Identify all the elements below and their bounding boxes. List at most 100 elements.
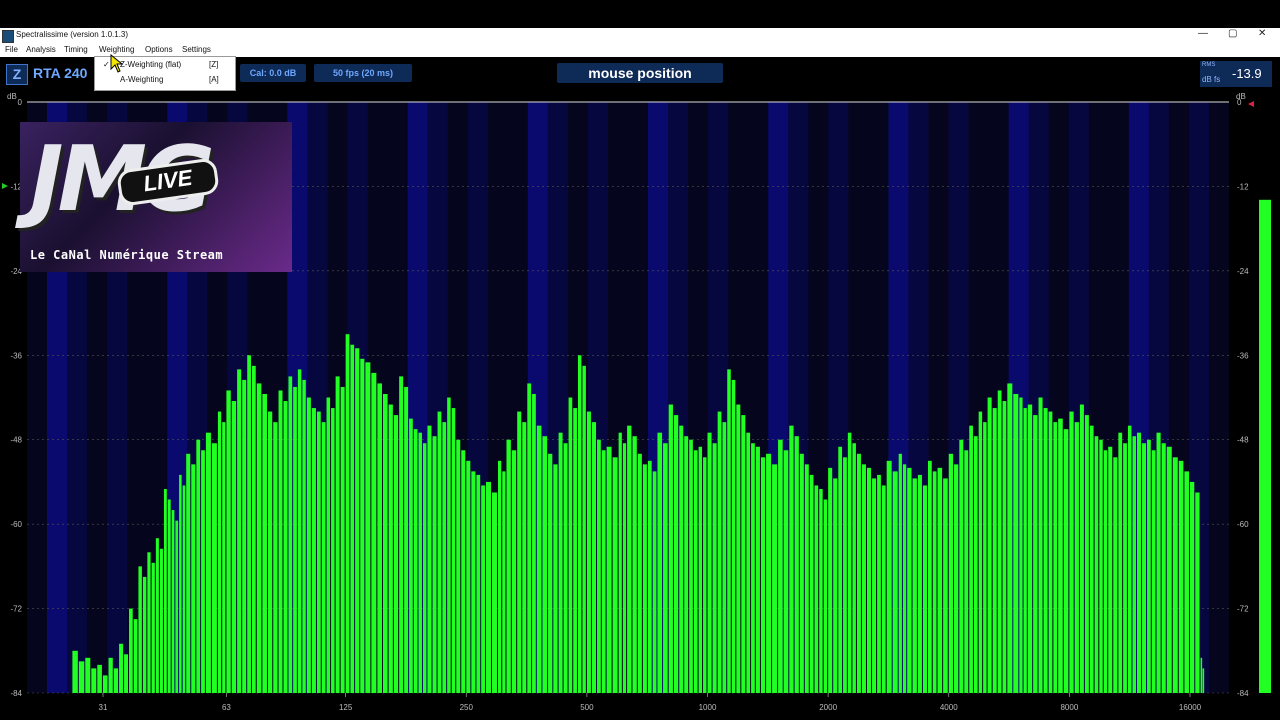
spectrum-bar — [542, 436, 548, 693]
rms-value: -13.9 — [1232, 66, 1262, 81]
spectrum-bar — [502, 471, 506, 693]
spectrum-bar — [251, 365, 256, 693]
spectrum-bar — [159, 548, 163, 693]
spectrum-bar — [983, 422, 987, 693]
spectrum-bar — [133, 619, 138, 693]
spectrum-bar — [948, 453, 954, 693]
stream-logo-overlay: JMG LIVE Le CaNal Numérique Stream — [20, 122, 292, 272]
spectrum-bar — [1007, 383, 1013, 693]
y-tick-label-left: -84 — [10, 689, 22, 698]
weighting-badge[interactable]: Z — [6, 64, 28, 85]
spectrum-bar — [907, 467, 912, 693]
spectrum-bar — [886, 460, 892, 693]
y-tick-label-right: -84 — [1237, 689, 1249, 698]
calibration-button[interactable]: Cal: 0.0 dB — [240, 64, 306, 82]
spectrum-bar — [382, 393, 388, 693]
spectrum-bar — [684, 436, 689, 693]
spectrum-bar — [201, 450, 205, 693]
spectrum-bar — [872, 478, 877, 693]
spectrum-bar — [1118, 432, 1123, 693]
spectrum-bar — [163, 488, 167, 693]
spectrum-bar — [335, 376, 340, 693]
left-level-marker — [2, 183, 8, 189]
spectrum-bar — [1137, 432, 1142, 693]
menu-item-a-weighting[interactable]: A-Weighting [A] — [95, 73, 235, 88]
spectrum-bar — [119, 643, 124, 693]
spectrum-bar — [91, 668, 97, 693]
spectrum-bar — [1019, 397, 1023, 693]
rms-label: RMS — [1202, 62, 1216, 68]
fps-button[interactable]: 50 fps (20 ms) — [314, 64, 412, 82]
spectrum-bar — [877, 474, 881, 693]
spectrum-bar — [1027, 404, 1033, 693]
spectrum-bar — [1178, 460, 1184, 693]
spectrum-bar — [532, 393, 536, 693]
right-level-marker — [1248, 101, 1254, 107]
spectrum-bar — [856, 453, 861, 693]
spectrum-bar — [1079, 404, 1084, 693]
spectrum-bar — [1200, 657, 1203, 693]
spectrum-bar — [698, 446, 703, 693]
y-tick-label-left: -48 — [10, 436, 22, 445]
spectrum-bar — [456, 439, 461, 693]
x-tick-label: 16000 — [1179, 703, 1202, 712]
spectrum-bar — [632, 436, 637, 693]
spectrum-bar — [142, 576, 147, 693]
spectrum-bar — [1195, 492, 1200, 693]
y-tick-label-right: -24 — [1237, 267, 1249, 276]
spectrum-bar — [741, 415, 746, 693]
spectrum-bar — [932, 471, 937, 693]
rta-mode-label[interactable]: RTA 240 — [33, 65, 87, 81]
spectrum-bar — [536, 425, 542, 693]
spectrum-bar — [902, 464, 907, 693]
spectrum-bar — [311, 408, 316, 693]
spectrum-bar — [997, 390, 1002, 693]
y-tick-label-left: -72 — [10, 605, 22, 614]
spectrum-bar — [1184, 471, 1189, 693]
spectrum-bar — [1089, 425, 1094, 693]
spectrum-bar — [147, 552, 151, 693]
spectrum-bar — [360, 358, 365, 693]
x-tick-label: 8000 — [1060, 703, 1078, 712]
spectrum-bar — [1038, 397, 1043, 693]
spectrum-bar — [205, 432, 211, 693]
spectrum-bar — [283, 401, 288, 693]
spectrum-bar — [861, 464, 866, 693]
spectrum-bar — [1202, 668, 1205, 693]
check-icon: ✓ — [103, 60, 110, 69]
y-axis-label-right: dB — [1236, 92, 1246, 101]
spectrum-bar — [927, 460, 932, 693]
spectrum-bar — [852, 443, 856, 693]
spectrum-bar — [211, 443, 217, 693]
spectrum-bar — [892, 471, 898, 693]
spectrum-bar — [1053, 422, 1058, 693]
spectrum-bar — [331, 408, 335, 693]
spectrum-bar — [182, 485, 186, 693]
spectrum-bar — [597, 439, 601, 693]
spectrum-bar — [1099, 439, 1103, 693]
spectrum-bar — [350, 344, 355, 693]
spectrum-bar — [766, 453, 772, 693]
spectrum-bar — [573, 408, 577, 693]
spectrum-bar — [799, 453, 804, 693]
spectrum-bar — [293, 386, 297, 693]
x-tick-label: 1000 — [699, 703, 717, 712]
y-axis-label-left: dB — [7, 92, 17, 101]
spectrum-bar — [1147, 439, 1151, 693]
spectrum-bar — [409, 418, 413, 693]
spectrum-bar — [497, 460, 502, 693]
mouse-position-display: mouse position — [557, 63, 723, 83]
spectrum-bar — [481, 485, 485, 693]
spectrum-bar — [1094, 436, 1099, 693]
spectrum-bar — [1074, 422, 1079, 693]
spectrum-bar — [647, 460, 652, 693]
y-tick-label-right: -48 — [1237, 436, 1249, 445]
menu-item-label: A-Weighting — [120, 75, 164, 84]
spectrum-bar — [783, 450, 789, 693]
y-tick-label-right: -36 — [1237, 351, 1249, 360]
spectrum-bar — [517, 411, 522, 693]
spectrum-bar — [186, 453, 191, 693]
spectrum-bar — [912, 478, 917, 693]
spectrum-bar — [476, 474, 481, 693]
spectrum-bar — [442, 422, 447, 693]
